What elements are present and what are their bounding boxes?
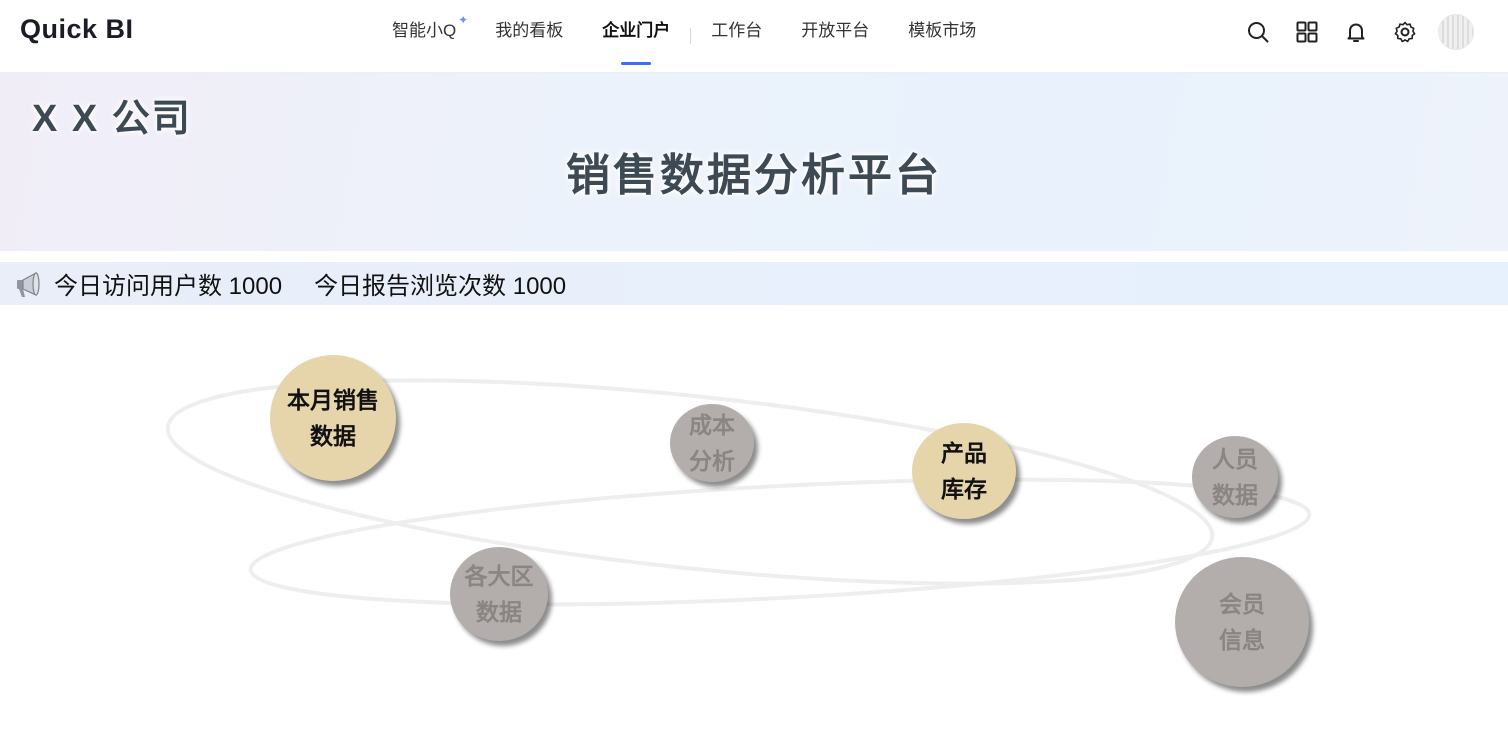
gear-icon[interactable] — [1392, 19, 1418, 45]
page-title: 销售数据分析平台 — [566, 151, 942, 200]
module-member-info[interactable]: 会员 信息 — [1175, 557, 1309, 687]
nav-item-label: 模板市场 — [908, 21, 977, 40]
main-nav: 智能小Q ✦ 我的看板 企业门户 工作台 开放平台 模板市场 — [392, 0, 1015, 72]
module-monthly-sales[interactable]: 本月销售 数据 — [270, 355, 396, 481]
nav-item-label: 智能小Q — [392, 21, 457, 40]
search-icon[interactable] — [1245, 19, 1271, 45]
notice-bar: 今日访问用户数 1000 今日报告浏览次数 1000 — [0, 262, 1508, 305]
module-label-line1: 各大区 — [464, 563, 534, 589]
nav-item-label: 企业门户 — [602, 21, 671, 40]
nav-item-label: 开放平台 — [801, 21, 870, 40]
nav-item-label: 工作台 — [711, 21, 763, 40]
nav-item-enterprise-portal[interactable]: 企业门户 — [602, 0, 670, 72]
portal-banner: X X 公司 销售数据分析平台 — [0, 73, 1508, 251]
nav-item-open-platform[interactable]: 开放平台 — [801, 0, 869, 72]
daily-report-views-text: 今日报告浏览次数 1000 — [314, 273, 567, 300]
apps-grid-icon[interactable] — [1294, 19, 1320, 45]
toolbar-icons — [1222, 14, 1474, 50]
module-label-line2: 数据 — [476, 599, 522, 625]
module-label-line2: 信息 — [1219, 627, 1265, 653]
nav-item-label: 我的看板 — [495, 21, 564, 40]
megaphone-icon — [17, 271, 40, 297]
module-label-line2: 数据 — [1212, 482, 1258, 508]
module-orbit-area: 本月销售 数据 成本 分析 产品 库存 人员 数据 各大区 数据 会员 信息 — [0, 306, 1508, 736]
nav-item-smart-q[interactable]: 智能小Q ✦ — [392, 0, 468, 72]
module-label-line2: 库存 — [941, 476, 987, 502]
nav-divider — [690, 28, 692, 44]
module-label-line1: 成本 — [689, 412, 735, 438]
nav-item-template-market[interactable]: 模板市场 — [908, 0, 976, 72]
module-personnel-data[interactable]: 人员 数据 — [1192, 436, 1278, 518]
module-label-line1: 会员 — [1219, 591, 1265, 617]
user-avatar[interactable] — [1438, 14, 1474, 50]
nav-item-workbench[interactable]: 工作台 — [711, 0, 762, 72]
module-label-line1: 产品 — [941, 440, 987, 466]
module-label-line2: 分析 — [689, 448, 735, 474]
module-label-line1: 本月销售 — [287, 387, 379, 413]
company-name: X X 公司 — [32, 98, 192, 140]
module-product-inventory[interactable]: 产品 库存 — [912, 423, 1016, 519]
daily-visitors-text: 今日访问用户数 1000 — [54, 273, 283, 300]
nav-item-my-dashboard[interactable]: 我的看板 — [495, 0, 563, 72]
app-logo[interactable]: Quick BI — [20, 14, 134, 45]
module-label-line1: 人员 — [1212, 446, 1258, 472]
module-regional-data[interactable]: 各大区 数据 — [450, 547, 548, 641]
bell-icon[interactable] — [1343, 19, 1369, 45]
top-nav-bar: Quick BI 智能小Q ✦ 我的看板 企业门户 工作台 开放平台 模板市场 — [0, 0, 1508, 73]
module-cost-analysis[interactable]: 成本 分析 — [670, 404, 754, 482]
module-label-line2: 数据 — [310, 423, 356, 449]
sparkle-icon: ✦ — [458, 13, 469, 27]
